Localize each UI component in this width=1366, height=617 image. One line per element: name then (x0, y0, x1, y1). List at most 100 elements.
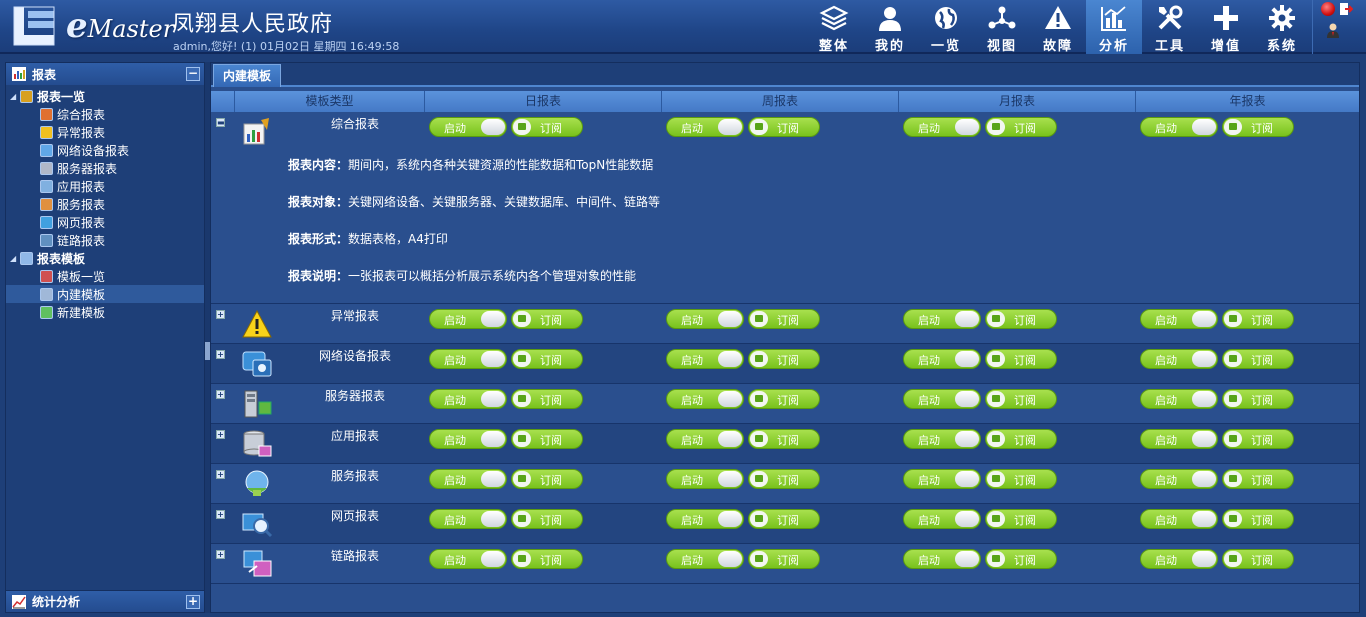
sidebar-item[interactable]: 应用报表 (6, 177, 204, 195)
subscribe-button[interactable]: 订阅 (748, 349, 820, 369)
enable-toggle[interactable]: 启动 (666, 549, 744, 569)
enable-toggle[interactable]: 启动 (903, 117, 981, 137)
expand-button[interactable]: + (186, 595, 200, 609)
subscribe-button[interactable]: 订阅 (1222, 389, 1294, 409)
sidebar-item[interactable]: 网络设备报表 (6, 141, 204, 159)
nav-tools[interactable]: 工具 (1142, 0, 1198, 54)
enable-toggle[interactable]: 启动 (903, 309, 981, 329)
sidebar-item[interactable]: 网页报表 (6, 213, 204, 231)
subscribe-button[interactable]: 订阅 (1222, 509, 1294, 529)
enable-toggle[interactable]: 启动 (1140, 469, 1218, 489)
sidebar-item[interactable]: ◢ 报表模板 (6, 249, 204, 267)
nav-system[interactable]: 系统 (1254, 0, 1310, 54)
enable-toggle[interactable]: 启动 (903, 469, 981, 489)
subscribe-button[interactable]: 订阅 (985, 549, 1057, 569)
enable-toggle[interactable]: 启动 (666, 509, 744, 529)
tab-builtin-templates[interactable]: 内建模板 (213, 64, 281, 87)
subscribe-button[interactable]: 订阅 (985, 429, 1057, 449)
expand-row-icon[interactable]: + (216, 510, 225, 519)
subscribe-button[interactable]: 订阅 (748, 469, 820, 489)
subscribe-button[interactable]: 订阅 (1222, 309, 1294, 329)
enable-toggle[interactable]: 启动 (1140, 389, 1218, 409)
subscribe-button[interactable]: 订阅 (748, 549, 820, 569)
tree-toggle-icon[interactable]: ◢ (10, 92, 20, 101)
nav-analysis[interactable]: 分析 (1086, 0, 1142, 54)
expand-row-icon[interactable]: + (216, 310, 225, 319)
subscribe-button[interactable]: 订阅 (985, 349, 1057, 369)
enable-toggle[interactable]: 启动 (429, 349, 507, 369)
subscribe-button[interactable]: 订阅 (1222, 549, 1294, 569)
enable-toggle[interactable]: 启动 (1140, 509, 1218, 529)
sidebar-item[interactable]: 异常报表 (6, 123, 204, 141)
enable-toggle[interactable]: 启动 (1140, 549, 1218, 569)
subscribe-button[interactable]: 订阅 (748, 429, 820, 449)
subscribe-button[interactable]: 订阅 (748, 509, 820, 529)
subscribe-button[interactable]: 订阅 (748, 389, 820, 409)
expand-row-icon[interactable]: + (216, 350, 225, 359)
enable-toggle[interactable]: 启动 (666, 469, 744, 489)
sidebar-item[interactable]: 链路报表 (6, 231, 204, 249)
subscribe-button[interactable]: 订阅 (511, 429, 583, 449)
subscribe-button[interactable]: 订阅 (511, 469, 583, 489)
enable-toggle[interactable]: 启动 (429, 549, 507, 569)
sidebar-item[interactable]: 新建模板 (6, 303, 204, 321)
nav-overview-list[interactable]: 一览 (918, 0, 974, 54)
tree-toggle-icon[interactable]: ◢ (10, 254, 20, 263)
enable-toggle[interactable]: 启动 (903, 349, 981, 369)
sidebar-item[interactable]: 综合报表 (6, 105, 204, 123)
exit-icon[interactable] (1339, 2, 1353, 16)
nav-view[interactable]: 视图 (974, 0, 1030, 54)
subscribe-button[interactable]: 订阅 (1222, 349, 1294, 369)
enable-toggle[interactable]: 启动 (429, 509, 507, 529)
sidebar-item[interactable]: 服务报表 (6, 195, 204, 213)
user-profile-icon[interactable] (1325, 22, 1341, 38)
enable-toggle[interactable]: 启动 (903, 389, 981, 409)
subscribe-button[interactable]: 订阅 (511, 549, 583, 569)
alarm-light-icon[interactable] (1321, 2, 1335, 16)
enable-toggle[interactable]: 启动 (666, 429, 744, 449)
enable-toggle[interactable]: 启动 (903, 509, 981, 529)
subscribe-button[interactable]: 订阅 (985, 509, 1057, 529)
enable-toggle[interactable]: 启动 (903, 549, 981, 569)
enable-toggle[interactable]: 启动 (1140, 349, 1218, 369)
subscribe-button[interactable]: 订阅 (511, 509, 583, 529)
expand-row-icon[interactable]: + (216, 550, 225, 559)
enable-toggle[interactable]: 启动 (903, 429, 981, 449)
enable-toggle[interactable]: 启动 (429, 469, 507, 489)
subscribe-button[interactable]: 订阅 (985, 117, 1057, 137)
enable-toggle[interactable]: 启动 (429, 389, 507, 409)
sidebar-footer-stats[interactable]: 统计分析 + (6, 590, 204, 612)
subscribe-button[interactable]: 订阅 (1222, 117, 1294, 137)
nav-overview[interactable]: 整体 (806, 0, 862, 54)
enable-toggle[interactable]: 启动 (1140, 429, 1218, 449)
collapse-button[interactable]: − (186, 67, 200, 81)
sidebar-item[interactable]: 服务器报表 (6, 159, 204, 177)
enable-toggle[interactable]: 启动 (429, 309, 507, 329)
enable-toggle[interactable]: 启动 (666, 309, 744, 329)
subscribe-button[interactable]: 订阅 (748, 117, 820, 137)
subscribe-button[interactable]: 订阅 (985, 309, 1057, 329)
subscribe-button[interactable]: 订阅 (1222, 469, 1294, 489)
sidebar-item[interactable]: 模板一览 (6, 267, 204, 285)
subscribe-button[interactable]: 订阅 (511, 309, 583, 329)
collapse-row-icon[interactable]: ▬ (216, 118, 225, 127)
expand-row-icon[interactable]: + (216, 430, 225, 439)
enable-toggle[interactable]: 启动 (1140, 309, 1218, 329)
sidebar-item[interactable]: ◢ 报表一览 (6, 87, 204, 105)
enable-toggle[interactable]: 启动 (666, 349, 744, 369)
subscribe-button[interactable]: 订阅 (985, 389, 1057, 409)
enable-toggle[interactable]: 启动 (429, 429, 507, 449)
subscribe-button[interactable]: 订阅 (511, 389, 583, 409)
nav-mine[interactable]: 我的 (862, 0, 918, 54)
sidebar-item[interactable]: 内建模板 (6, 285, 204, 303)
enable-toggle[interactable]: 启动 (666, 117, 744, 137)
nav-value-added[interactable]: 增值 (1198, 0, 1254, 54)
enable-toggle[interactable]: 启动 (1140, 117, 1218, 137)
subscribe-button[interactable]: 订阅 (748, 309, 820, 329)
expand-row-icon[interactable]: + (216, 470, 225, 479)
enable-toggle[interactable]: 启动 (666, 389, 744, 409)
enable-toggle[interactable]: 启动 (429, 117, 507, 137)
nav-fault[interactable]: 故障 (1030, 0, 1086, 54)
subscribe-button[interactable]: 订阅 (985, 469, 1057, 489)
expand-row-icon[interactable]: + (216, 390, 225, 399)
